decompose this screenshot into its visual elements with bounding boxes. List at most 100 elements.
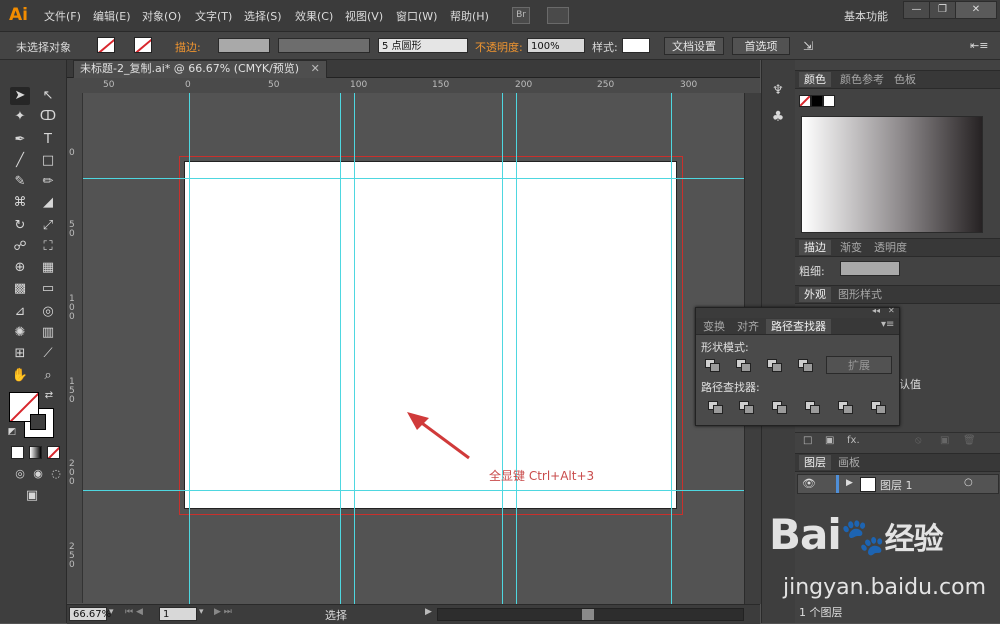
symbol-sprayer-tool-icon[interactable]: ✺ xyxy=(10,324,30,342)
vertical-ruler[interactable]: 0 5 0 1 0 0 1 5 0 2 0 0 2 5 0 xyxy=(67,93,83,603)
close-panel-icon[interactable]: ✕ xyxy=(888,306,895,315)
document-settings-button[interactable]: 文档设置 xyxy=(664,37,724,55)
gradient-tool-icon[interactable]: ▭ xyxy=(38,280,58,298)
tab-swatches[interactable]: 色板 xyxy=(889,72,921,87)
none-mode-icon[interactable] xyxy=(47,446,60,459)
stroke-weight-field[interactable] xyxy=(218,38,270,53)
artboard-tool-icon[interactable]: ⊞ xyxy=(10,345,30,363)
preferences-button[interactable]: 首选项 xyxy=(732,37,790,55)
tab-color-guide[interactable]: 颜色参考 xyxy=(835,72,889,87)
mesh-tool-icon[interactable]: ▩ xyxy=(10,280,30,298)
current-tool-status[interactable]: 选择 xyxy=(325,607,347,623)
lasso-tool-icon[interactable]: ↀ xyxy=(38,108,58,126)
default-colors-icon[interactable]: ◩ xyxy=(6,426,18,438)
none-swatch-icon[interactable] xyxy=(799,95,811,107)
opacity-field[interactable]: 100% xyxy=(527,38,585,53)
horizontal-scroll-thumb[interactable] xyxy=(582,609,594,620)
fill-swatch[interactable] xyxy=(97,37,115,53)
color-spectrum[interactable] xyxy=(801,116,983,233)
eye-icon[interactable]: 👁 xyxy=(802,477,816,490)
guide-vertical[interactable] xyxy=(189,93,190,604)
tab-stroke[interactable]: 描边 xyxy=(799,240,831,255)
draw-behind-icon[interactable]: ◉ xyxy=(28,465,48,483)
unite-icon[interactable] xyxy=(705,359,720,372)
draw-normal-icon[interactable]: ◎ xyxy=(10,465,30,483)
document-canvas[interactable]: 全显键 Ctrl+Alt+3 xyxy=(83,93,744,604)
blend-tool-icon[interactable]: ◎ xyxy=(38,303,58,321)
free-transform-tool-icon[interactable]: ⛶ xyxy=(38,238,58,256)
close-button[interactable]: ✕ xyxy=(955,1,997,19)
tab-gradient[interactable]: 渐变 xyxy=(835,240,867,255)
direct-selection-tool-icon[interactable]: ↖ xyxy=(38,87,58,105)
brushes-icon[interactable]: ♆ xyxy=(768,82,788,100)
tab-graphic-styles[interactable]: 图形样式 xyxy=(833,287,887,302)
panel-titlebar[interactable]: ◂◂ ✕ xyxy=(696,306,899,318)
rectangle-tool-icon[interactable]: □ xyxy=(38,152,58,170)
screen-mode-icon[interactable]: ▣ xyxy=(22,487,42,505)
scale-tool-icon[interactable]: ⤢ xyxy=(38,217,58,235)
opacity-label[interactable]: 不透明度: xyxy=(475,39,523,55)
guide-vertical[interactable] xyxy=(340,93,341,604)
layer-row[interactable]: 👁 ▶ 图层 1 ○ xyxy=(797,474,999,494)
guide-horizontal[interactable] xyxy=(83,490,744,491)
arrange-icon[interactable]: ⇲ xyxy=(803,39,813,53)
eyedropper-tool-icon[interactable]: ⊿ xyxy=(10,303,30,321)
slice-tool-icon[interactable]: ⟋ xyxy=(38,345,58,363)
first-artboard-icon[interactable]: ⏮ ◀ xyxy=(125,607,143,617)
zoom-field[interactable]: 66.67% xyxy=(69,607,111,621)
hand-tool-icon[interactable]: ✋ xyxy=(10,367,30,385)
symbols-icon[interactable]: ♣ xyxy=(768,108,788,126)
menu-file[interactable]: 文件(F) xyxy=(44,8,81,24)
brush-definition[interactable]: 5 点圆形 xyxy=(378,38,468,53)
menu-object[interactable]: 对象(O) xyxy=(142,8,181,24)
outline-icon[interactable] xyxy=(838,401,853,414)
blob-brush-tool-icon[interactable]: ⌘ xyxy=(10,194,30,212)
variable-width-profile[interactable] xyxy=(278,38,370,53)
line-tool-icon[interactable]: ╱ xyxy=(10,152,30,170)
duplicate-item-icon[interactable]: ▣ xyxy=(940,435,949,446)
guide-horizontal[interactable] xyxy=(83,178,744,179)
menu-view[interactable]: 视图(V) xyxy=(345,8,383,24)
intersect-icon[interactable] xyxy=(767,359,782,372)
tab-transform[interactable]: 变换 xyxy=(698,319,730,334)
guide-vertical[interactable] xyxy=(502,93,503,604)
gradient-mode-icon[interactable] xyxy=(29,446,42,459)
layer-name[interactable]: 图层 1 xyxy=(880,477,913,493)
restore-button[interactable]: ❐ xyxy=(929,1,956,19)
guide-vertical[interactable] xyxy=(354,93,355,604)
target-icon[interactable]: ○ xyxy=(964,477,973,488)
collapse-icon[interactable]: ◂◂ xyxy=(872,306,880,315)
control-menu-icon[interactable]: ⇤≡ xyxy=(970,39,988,52)
merge-icon[interactable] xyxy=(772,401,787,414)
tab-transparency[interactable]: 透明度 xyxy=(869,240,912,255)
perspective-grid-tool-icon[interactable]: ▦ xyxy=(38,259,58,277)
minus-front-icon[interactable] xyxy=(736,359,751,372)
expand-button[interactable]: 扩展 xyxy=(826,356,892,374)
close-tab-icon[interactable]: ✕ xyxy=(311,62,320,75)
black-swatch[interactable] xyxy=(811,95,823,107)
tab-appearance[interactable]: 外观 xyxy=(799,287,831,302)
shape-builder-tool-icon[interactable]: ⊕ xyxy=(10,259,30,277)
workspace-switcher[interactable]: 基本功能 xyxy=(844,8,888,24)
zoom-tool-icon[interactable]: ⌕ xyxy=(38,367,58,385)
artboard-dropdown-icon[interactable]: ▾ xyxy=(199,607,204,617)
horizontal-ruler[interactable]: 50 0 50 100 150 200 250 300 xyxy=(67,78,760,94)
swap-colors-icon[interactable]: ⇄ xyxy=(43,390,55,402)
trim-icon[interactable] xyxy=(739,401,754,414)
stroke-swatch[interactable] xyxy=(134,37,152,53)
warp-tool-icon[interactable]: ☍ xyxy=(10,238,30,256)
divide-icon[interactable] xyxy=(708,401,723,414)
crop-icon[interactable] xyxy=(805,401,820,414)
menu-select[interactable]: 选择(S) xyxy=(244,8,282,24)
pencil-tool-icon[interactable]: ✏ xyxy=(38,173,58,191)
menu-window[interactable]: 窗口(W) xyxy=(396,8,437,24)
rotate-tool-icon[interactable]: ↻ xyxy=(10,217,30,235)
artboard-number-field[interactable]: 1 xyxy=(159,607,197,621)
bridge-icon[interactable]: Br xyxy=(512,7,530,24)
exclude-icon[interactable] xyxy=(798,359,813,372)
pen-tool-icon[interactable]: ✒ xyxy=(10,131,30,149)
tab-align[interactable]: 对齐 xyxy=(732,319,764,334)
type-tool-icon[interactable]: T xyxy=(38,131,58,149)
tab-pathfinder[interactable]: 路径查找器 xyxy=(766,319,831,334)
tab-artboards[interactable]: 画板 xyxy=(833,455,865,470)
